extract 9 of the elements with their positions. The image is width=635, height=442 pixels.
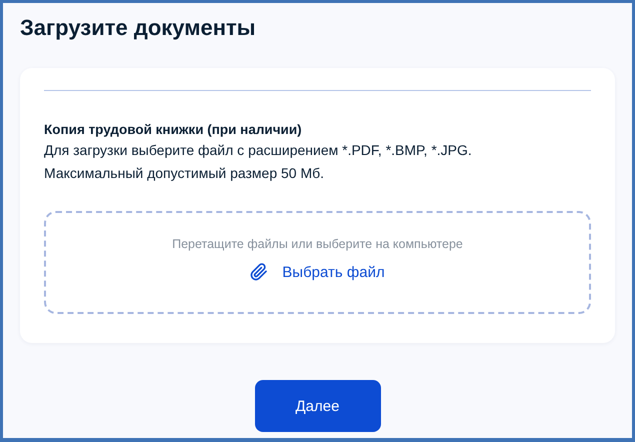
upload-instructions: Для загрузки выберите файл с расширением *.PDF, *.BMP, *.JPG.	[44, 141, 473, 160]
next-button[interactable]: Далее	[254, 380, 380, 432]
page-title: Загрузите документы	[20, 15, 257, 41]
upload-instructions: Максимальный допустимый размер 50 Мб.	[44, 164, 326, 183]
drop-hint: Перетащите файлы или выберите на компьютере	[172, 237, 463, 251]
drop-zone[interactable]: Перетащите файлы или выберите на компьютере Выбрать файл	[44, 211, 591, 314]
choose-file-link[interactable]: Выбрать файл	[250, 263, 385, 281]
document-name: Копия трудовой книжки (при наличии)	[44, 121, 303, 139]
paperclip-icon	[250, 263, 268, 281]
